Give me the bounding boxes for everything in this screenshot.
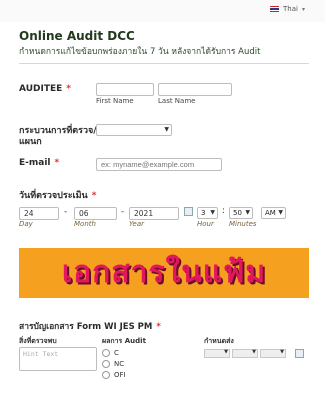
calendar-icon[interactable] <box>295 349 304 358</box>
minutes-select[interactable]: 50 ▼ <box>229 207 253 219</box>
findings-textarea[interactable]: Hint Text <box>19 347 97 371</box>
date-separator: - <box>64 207 68 217</box>
email-label-text: E-mail <box>19 158 51 168</box>
required-marker: * <box>54 158 60 168</box>
hour-value: 3 <box>201 209 206 217</box>
email-label: E-mail * <box>19 158 59 169</box>
date-label-text: วันที่ตรวจประเมิน <box>19 191 88 201</box>
language-selector[interactable]: Thai ▾ <box>270 5 305 13</box>
radio-circle-icon <box>102 371 110 379</box>
process-select[interactable]: ▼ <box>96 124 172 136</box>
radio-label: OFI <box>114 371 126 379</box>
first-name-sublabel: First Name <box>96 97 134 105</box>
thai-flag-icon <box>270 6 280 12</box>
year-input[interactable]: 2021 <box>129 207 179 220</box>
required-marker: * <box>66 84 71 94</box>
radio-option-nc[interactable]: NC <box>102 360 124 368</box>
date-separator: - <box>121 207 125 217</box>
month-sublabel: Month <box>74 220 96 228</box>
column-header-due-date: กำหนดส่ง <box>204 337 234 345</box>
day-sublabel: Day <box>19 220 33 228</box>
radio-circle-icon <box>102 349 110 357</box>
banner-text: เอกสารในแฟ้ม <box>61 255 267 290</box>
radio-circle-icon <box>102 360 110 368</box>
auditee-label-text: AUDITEE <box>19 84 63 94</box>
required-marker: * <box>91 191 97 201</box>
hour-sublabel: Hour <box>197 220 214 228</box>
due-day-select[interactable]: ▼ <box>204 349 230 358</box>
process-label-line2: แผนก <box>19 137 42 147</box>
last-name-sublabel: Last Name <box>158 97 196 105</box>
required-marker: * <box>156 322 161 332</box>
auditee-label: AUDITEE * <box>19 84 71 95</box>
last-name-input[interactable] <box>158 83 232 96</box>
calendar-icon[interactable] <box>184 207 193 216</box>
year-sublabel: Year <box>129 220 144 228</box>
process-label: กระบวนการที่ตรวจ/ แผนก <box>19 126 97 148</box>
chevron-down-icon: ▼ <box>210 209 215 216</box>
chevron-down-icon: ▼ <box>278 209 283 216</box>
form-title: Online Audit DCC <box>19 29 135 43</box>
ampm-select[interactable]: AM ▼ <box>261 207 286 219</box>
month-input[interactable]: 06 <box>74 207 117 220</box>
chevron-down-icon: ▼ <box>252 349 256 355</box>
chevron-down-icon: ▼ <box>245 209 250 216</box>
ampm-value: AM <box>265 209 276 217</box>
minutes-value: 50 <box>233 209 242 217</box>
language-label: Thai <box>283 5 298 13</box>
date-label: วันที่ตรวจประเมิน * <box>19 191 96 202</box>
form-subtitle: กำหนดการแก้ไขข้อบกพร่องภายใน 7 วัน หลังจ… <box>19 47 261 57</box>
column-header-findings: สิ่งที่ตรวจพบ <box>19 337 57 345</box>
hour-select[interactable]: 3 ▼ <box>197 207 218 219</box>
process-label-line1: กระบวนการที่ตรวจ/ <box>19 126 97 136</box>
minutes-sublabel: Minutes <box>229 220 257 228</box>
due-year-select[interactable]: ▼ <box>260 349 286 358</box>
chevron-down-icon: ▼ <box>164 126 169 133</box>
radio-option-ofi[interactable]: OFI <box>102 371 126 379</box>
radio-label: C <box>114 349 119 357</box>
first-name-input[interactable] <box>96 83 154 96</box>
top-bar: Thai ▾ <box>0 0 325 22</box>
matrix-title-text: สารบัญเอกสาร Form WI JES PM <box>19 322 153 332</box>
radio-option-c[interactable]: C <box>102 349 119 357</box>
time-separator: : <box>222 206 226 216</box>
matrix-title: สารบัญเอกสาร Form WI JES PM * <box>19 319 161 333</box>
column-header-audit-result: ผลการ Audit <box>102 337 146 345</box>
chevron-down-icon: ▼ <box>280 349 284 355</box>
header-divider <box>19 63 309 64</box>
chevron-down-icon: ▼ <box>224 349 228 355</box>
due-month-select[interactable]: ▼ <box>232 349 258 358</box>
chevron-down-icon: ▾ <box>301 5 305 13</box>
banner: เอกสารในแฟ้ม <box>19 248 309 298</box>
day-input[interactable]: 24 <box>19 207 59 220</box>
email-input[interactable] <box>96 158 222 171</box>
radio-label: NC <box>114 360 125 368</box>
